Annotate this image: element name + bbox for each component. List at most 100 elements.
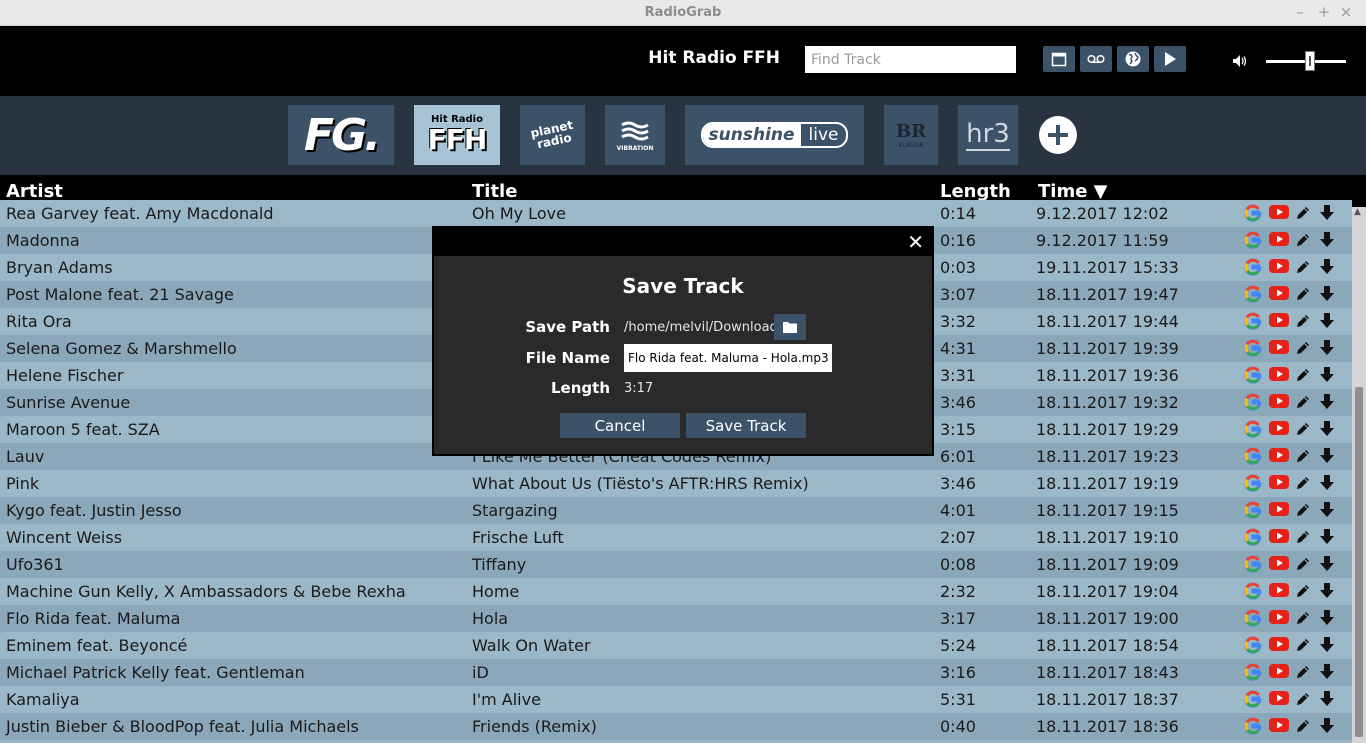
- youtube-icon[interactable]: [1269, 447, 1289, 463]
- google-icon[interactable]: [1244, 366, 1262, 384]
- youtube-icon[interactable]: [1269, 501, 1289, 517]
- google-icon[interactable]: [1244, 636, 1262, 654]
- download-icon[interactable]: [1318, 447, 1336, 465]
- maximize-button[interactable]: +: [1314, 3, 1334, 21]
- pencil-icon[interactable]: [1294, 393, 1312, 411]
- google-icon[interactable]: [1244, 339, 1262, 357]
- google-icon[interactable]: [1244, 285, 1262, 303]
- save-track-button[interactable]: Save Track: [686, 413, 806, 438]
- download-icon[interactable]: [1318, 609, 1336, 627]
- scroll-up-arrow[interactable]: ▲: [1354, 207, 1361, 217]
- close-window-button[interactable]: ×: [1336, 3, 1356, 21]
- minimize-button[interactable]: –: [1290, 3, 1310, 21]
- youtube-icon[interactable]: [1269, 717, 1289, 733]
- station-logo-fg[interactable]: FG.: [288, 105, 394, 165]
- pencil-icon[interactable]: [1294, 717, 1312, 735]
- download-icon[interactable]: [1318, 393, 1336, 411]
- download-icon[interactable]: [1318, 555, 1336, 573]
- download-icon[interactable]: [1318, 420, 1336, 438]
- google-icon[interactable]: [1244, 582, 1262, 600]
- pencil-icon[interactable]: [1294, 474, 1312, 492]
- add-station-button[interactable]: [1039, 116, 1077, 154]
- pencil-icon[interactable]: [1294, 663, 1312, 681]
- table-row[interactable]: Justin Bieber & BloodPop feat. Julia Mic…: [0, 713, 1352, 740]
- download-icon[interactable]: [1318, 204, 1336, 222]
- station-logo-planet[interactable]: planet radio: [520, 105, 585, 165]
- youtube-icon[interactable]: [1269, 663, 1289, 679]
- calendar-button[interactable]: [1043, 46, 1075, 72]
- pencil-icon[interactable]: [1294, 312, 1312, 330]
- station-logo-ffh[interactable]: Hit Radio FFH: [414, 105, 500, 165]
- download-icon[interactable]: [1318, 258, 1336, 276]
- youtube-icon[interactable]: [1269, 339, 1289, 355]
- scrollbar[interactable]: ▲: [1352, 207, 1366, 743]
- scrollbar-thumb[interactable]: [1355, 387, 1363, 737]
- download-icon[interactable]: [1318, 717, 1336, 735]
- youtube-icon[interactable]: [1269, 258, 1289, 274]
- youtube-icon[interactable]: [1269, 231, 1289, 247]
- web-button[interactable]: [1117, 46, 1149, 72]
- station-logo-vibration[interactable]: VIBRATION: [605, 105, 665, 165]
- table-row[interactable]: Wincent Weiss Frische Luft 2:07 18.11.2017 …: [0, 524, 1352, 551]
- station-logo-hr3[interactable]: hr3: [958, 105, 1018, 165]
- pencil-icon[interactable]: [1294, 339, 1312, 357]
- table-row[interactable]: Kygo feat. Justin Jesso Stargazing 4:01 18.…: [0, 497, 1352, 524]
- download-icon[interactable]: [1318, 339, 1336, 357]
- google-icon[interactable]: [1244, 690, 1262, 708]
- youtube-icon[interactable]: [1269, 555, 1289, 571]
- google-icon[interactable]: [1244, 555, 1262, 573]
- pencil-icon[interactable]: [1294, 582, 1312, 600]
- pencil-icon[interactable]: [1294, 528, 1312, 546]
- google-icon[interactable]: [1244, 447, 1262, 465]
- column-header-title[interactable]: Title: [472, 181, 517, 202]
- speaker-icon[interactable]: [1232, 54, 1248, 68]
- table-row[interactable]: Michael Patrick Kelly feat. Gentleman iD 3…: [0, 659, 1352, 686]
- youtube-icon[interactable]: [1269, 420, 1289, 436]
- download-icon[interactable]: [1318, 582, 1336, 600]
- table-row[interactable]: Flo Rida feat. Maluma Hola 3:17 18.11.2017 …: [0, 605, 1352, 632]
- download-icon[interactable]: [1318, 366, 1336, 384]
- pencil-icon[interactable]: [1294, 258, 1312, 276]
- pencil-icon[interactable]: [1294, 555, 1312, 573]
- youtube-icon[interactable]: [1269, 690, 1289, 706]
- download-icon[interactable]: [1318, 285, 1336, 303]
- pencil-icon[interactable]: [1294, 636, 1312, 654]
- google-icon[interactable]: [1244, 420, 1262, 438]
- table-row[interactable]: Eminem feat. Beyoncé Walk On Water 5:24 18.…: [0, 632, 1352, 659]
- pencil-icon[interactable]: [1294, 420, 1312, 438]
- google-icon[interactable]: [1244, 528, 1262, 546]
- google-icon[interactable]: [1244, 231, 1262, 249]
- table-row[interactable]: Ufo361 Tiffany 0:08 18.11.2017 19:09: [0, 551, 1352, 578]
- pencil-icon[interactable]: [1294, 366, 1312, 384]
- column-header-artist[interactable]: Artist: [6, 181, 63, 202]
- table-row[interactable]: Rea Garvey feat. Amy Macdonald Oh My Love…: [0, 200, 1352, 227]
- column-header-time[interactable]: Time ▼: [1038, 181, 1108, 202]
- google-icon[interactable]: [1244, 663, 1262, 681]
- file-name-input[interactable]: [624, 344, 832, 372]
- download-icon[interactable]: [1318, 312, 1336, 330]
- play-button[interactable]: [1154, 46, 1186, 72]
- youtube-icon[interactable]: [1269, 474, 1289, 490]
- google-icon[interactable]: [1244, 717, 1262, 735]
- find-track-input[interactable]: [805, 46, 1016, 73]
- table-row[interactable]: Pink What About Us (Tiësto's AFTR:HRS Rem…: [0, 470, 1352, 497]
- download-icon[interactable]: [1318, 636, 1336, 654]
- download-icon[interactable]: [1318, 690, 1336, 708]
- google-icon[interactable]: [1244, 204, 1262, 222]
- download-icon[interactable]: [1318, 474, 1336, 492]
- pencil-icon[interactable]: [1294, 609, 1312, 627]
- station-logo-br-klassik[interactable]: BR KLASSIK: [884, 105, 938, 165]
- youtube-icon[interactable]: [1269, 582, 1289, 598]
- browse-folder-button[interactable]: [774, 314, 806, 340]
- youtube-icon[interactable]: [1269, 636, 1289, 652]
- table-row[interactable]: Kamaliya I'm Alive 5:31 18.11.2017 18:37: [0, 686, 1352, 713]
- cancel-button[interactable]: Cancel: [560, 413, 680, 438]
- column-header-length[interactable]: Length: [940, 181, 1011, 202]
- record-button[interactable]: [1080, 46, 1112, 72]
- close-icon[interactable]: ✕: [907, 230, 924, 254]
- google-icon[interactable]: [1244, 501, 1262, 519]
- download-icon[interactable]: [1318, 663, 1336, 681]
- youtube-icon[interactable]: [1269, 204, 1289, 220]
- pencil-icon[interactable]: [1294, 285, 1312, 303]
- google-icon[interactable]: [1244, 474, 1262, 492]
